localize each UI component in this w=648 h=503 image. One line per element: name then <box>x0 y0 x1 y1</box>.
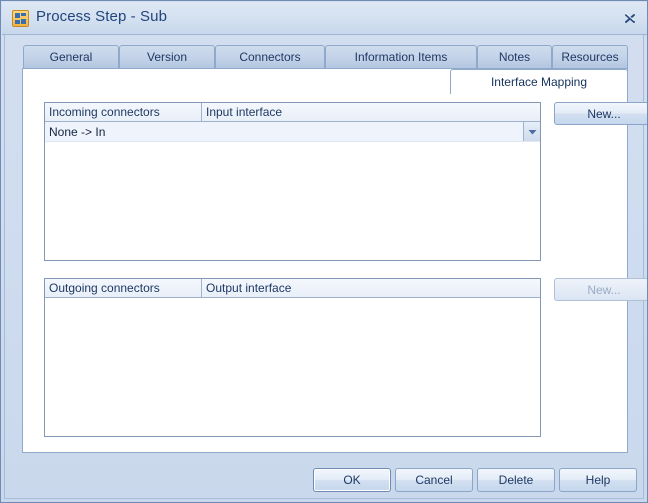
tab-label: Notes <box>498 50 531 64</box>
tab-label: Interface Mapping <box>490 75 588 89</box>
incoming-connectors-list[interactable]: Incoming connectors Input interface None… <box>44 102 541 261</box>
tab-information-items[interactable]: Information Items <box>325 45 477 68</box>
process-step-icon <box>12 10 29 27</box>
column-header-outgoing-connectors: Outgoing connectors <box>45 279 202 297</box>
column-header-output-interface: Output interface <box>206 281 292 295</box>
incoming-connector-name: None -> In <box>49 124 106 139</box>
tab-label: General <box>49 50 93 64</box>
column-header-input-interface: Input interface <box>206 105 283 119</box>
tab-label: Version <box>146 50 188 64</box>
tab-row-primary: General Version Connectors Information Item… <box>22 45 628 68</box>
tab-version[interactable]: Version <box>119 45 215 68</box>
interface-mapping-panel: Incoming connectors Input interface None… <box>22 68 647 453</box>
delete-button[interactable]: Delete <box>477 468 555 492</box>
tab-notes[interactable]: Notes <box>477 45 552 68</box>
tab-interface-mapping[interactable]: Interface Mapping <box>450 69 628 94</box>
new-incoming-button[interactable]: New... <box>554 102 647 125</box>
close-icon[interactable] <box>621 10 639 27</box>
tab-resources[interactable]: Resources <box>552 45 628 68</box>
title-bar: Process Step - Sub <box>2 2 647 35</box>
cancel-button[interactable]: Cancel <box>395 468 473 492</box>
incoming-list-header: Incoming connectors Input interface <box>45 103 540 122</box>
column-header-incoming-connectors: Incoming connectors <box>45 103 202 121</box>
outgoing-list-header: Outgoing connectors Output interface <box>45 279 540 298</box>
tab-label: Connectors <box>239 50 301 64</box>
tab-label: Resources <box>561 50 619 64</box>
window-title: Process Step - Sub <box>36 8 168 25</box>
help-button[interactable]: Help <box>559 468 637 492</box>
process-step-dialog: Process Step - Sub General Version Connect… <box>0 0 648 503</box>
new-outgoing-button[interactable]: New... <box>554 278 647 301</box>
tab-label: Information Items <box>354 50 448 64</box>
list-item[interactable]: None -> In <box>45 122 540 142</box>
tab-connectors[interactable]: Connectors <box>215 45 325 68</box>
dialog-button-bar: OK Cancel Delete Help <box>1 461 647 502</box>
ok-button[interactable]: OK <box>313 468 391 492</box>
tab-general[interactable]: General <box>23 45 119 68</box>
chevron-down-icon[interactable] <box>523 122 540 141</box>
outgoing-connectors-list[interactable]: Outgoing connectors Output interface <box>44 278 541 437</box>
